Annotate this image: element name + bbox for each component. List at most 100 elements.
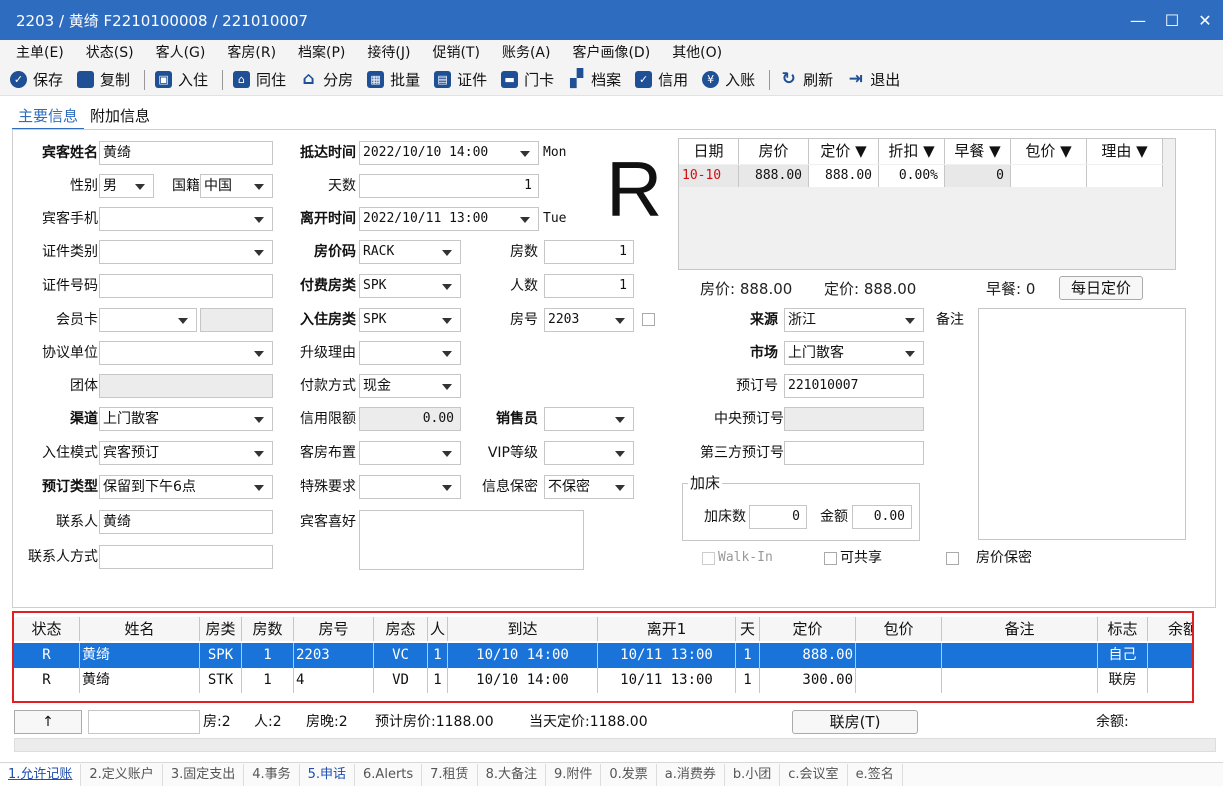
contact-input[interactable]: 黄绮 xyxy=(99,510,273,534)
credit-button[interactable]: ✓ 信用 xyxy=(635,69,688,90)
tab-affairs[interactable]: 4.事务 xyxy=(244,764,300,786)
rooms-input[interactable]: 1 xyxy=(544,240,634,264)
persons-input[interactable]: 1 xyxy=(544,274,634,298)
split-room-button[interactable]: ⌂ 分房 xyxy=(300,69,353,90)
tab-voucher[interactable]: a.消费券 xyxy=(657,764,725,786)
shareable-checkbox[interactable] xyxy=(824,552,837,565)
tab-meeting-room[interactable]: c.会议室 xyxy=(780,764,848,786)
horizontal-scrollbar[interactable] xyxy=(14,738,1216,752)
share-button[interactable]: ⌂ 同住 xyxy=(233,69,286,90)
source-select[interactable]: 浙江 xyxy=(784,308,924,332)
minimize-button[interactable]: — xyxy=(1120,0,1156,40)
tab-signature[interactable]: e.签名 xyxy=(848,764,903,786)
save-button[interactable]: ✓ 保存 xyxy=(10,69,63,90)
nationality-select[interactable]: 中国 xyxy=(200,174,273,198)
room-no-checkbox[interactable] xyxy=(642,313,655,326)
gender-select[interactable]: 男 xyxy=(99,174,154,198)
third-party-no-input[interactable] xyxy=(784,441,924,465)
rate-col-list[interactable]: 定价 ▼ xyxy=(809,139,879,164)
contact-way-input[interactable] xyxy=(99,545,273,569)
rate-secret-checkbox[interactable] xyxy=(946,552,959,565)
rate-col-rate[interactable]: 房价 xyxy=(739,139,809,164)
daily-rate-button[interactable]: 每日定价 xyxy=(1059,276,1143,300)
departure-datetime[interactable]: 2022/10/11 13:00 xyxy=(359,207,539,231)
special-request-select[interactable] xyxy=(359,475,461,499)
rate-cell-discount[interactable]: 0.00% xyxy=(879,165,945,187)
market-select[interactable]: 上门散客 xyxy=(784,341,924,365)
tab-rental[interactable]: 7.租赁 xyxy=(422,764,478,786)
copy-button[interactable]: 复制 xyxy=(77,69,130,90)
rate-cell-list[interactable]: 888.00 xyxy=(809,165,879,187)
agreement-select[interactable] xyxy=(99,341,273,365)
menu-reception[interactable]: 接待(J) xyxy=(367,42,410,62)
booking-no-input[interactable]: 221010007 xyxy=(784,374,924,398)
certificate-button[interactable]: ▤ 证件 xyxy=(434,69,487,90)
rate-col-breakfast[interactable]: 早餐 ▼ xyxy=(945,139,1011,164)
menu-room[interactable]: 客房(R) xyxy=(227,42,276,62)
tab-main-info[interactable]: 主要信息 xyxy=(12,104,85,130)
menu-profile[interactable]: 档案(P) xyxy=(298,42,345,62)
guest-name-input[interactable]: 黄绮 xyxy=(99,141,273,165)
reserve-type-select[interactable]: 保留到下午6点 xyxy=(99,475,273,499)
menu-status[interactable]: 状态(S) xyxy=(86,42,134,62)
menu-accounts[interactable]: 账务(A) xyxy=(502,42,551,62)
room-no-select[interactable]: 2203 xyxy=(544,308,634,332)
post-button[interactable]: ¥ 入账 xyxy=(702,69,755,90)
room-type-select[interactable]: SPK xyxy=(359,308,461,332)
rate-col-reason[interactable]: 理由 ▼ xyxy=(1087,139,1163,164)
checkin-button[interactable]: ▣ 入住 xyxy=(155,69,208,90)
tab-phone[interactable]: 5.申话 xyxy=(300,764,356,786)
extra-bed-amount-input[interactable]: 0.00 xyxy=(852,505,912,529)
cert-type-select[interactable] xyxy=(99,240,273,264)
close-button[interactable]: ✕ xyxy=(1187,0,1223,40)
status-input[interactable] xyxy=(88,710,200,734)
tab-define-account[interactable]: 2.定义账户 xyxy=(81,764,163,786)
walk-in-checkbox[interactable] xyxy=(702,552,715,565)
tab-small-group[interactable]: b.小团 xyxy=(725,764,781,786)
channel-select[interactable]: 上门散客 xyxy=(99,407,273,431)
tab-extra-info[interactable]: 附加信息 xyxy=(84,104,156,130)
payment-select[interactable]: 现金 xyxy=(359,374,461,398)
door-card-button[interactable]: ▬ 门卡 xyxy=(501,69,554,90)
extra-bed-count-input[interactable]: 0 xyxy=(749,505,807,529)
tab-fixed-expense[interactable]: 3.固定支出 xyxy=(163,764,245,786)
room-layout-select[interactable] xyxy=(359,441,461,465)
vip-select[interactable] xyxy=(544,441,634,465)
cert-no-input[interactable] xyxy=(99,274,273,298)
tab-allow-posting[interactable]: 1.允许记账 xyxy=(0,764,82,786)
menu-promotion[interactable]: 促销(T) xyxy=(432,42,479,62)
menu-main[interactable]: 主单(E) xyxy=(16,42,64,62)
checkin-mode-select[interactable]: 宾客预订 xyxy=(99,441,273,465)
rate-cell-reason[interactable] xyxy=(1087,165,1163,187)
profile-button[interactable]: ▞ 档案 xyxy=(568,69,621,90)
preference-textarea[interactable] xyxy=(359,510,584,570)
menu-customer-portrait[interactable]: 客户画像(D) xyxy=(572,42,650,62)
rate-cell-package[interactable] xyxy=(1011,165,1087,187)
upgrade-reason-select[interactable] xyxy=(359,341,461,365)
link-room-button[interactable]: 联房(T) xyxy=(792,710,918,734)
rate-col-package[interactable]: 包价 ▼ xyxy=(1011,139,1087,164)
days-input[interactable]: 1 xyxy=(359,174,539,198)
tab-alerts[interactable]: 6.Alerts xyxy=(355,764,423,786)
rate-col-date[interactable]: 日期 xyxy=(679,139,739,164)
arrival-datetime[interactable]: 2022/10/10 14:00 xyxy=(359,141,539,165)
sales-select[interactable] xyxy=(544,407,634,431)
maximize-button[interactable]: ☐ xyxy=(1154,0,1190,40)
rate-col-discount[interactable]: 折扣 ▼ xyxy=(879,139,945,164)
up-button[interactable]: ↑ xyxy=(14,710,82,734)
tab-invoice[interactable]: 0.发票 xyxy=(601,764,657,786)
privacy-select[interactable]: 不保密 xyxy=(544,475,634,499)
exit-button[interactable]: ⇥ 退出 xyxy=(847,69,901,90)
menu-other[interactable]: 其他(O) xyxy=(672,42,722,62)
tab-big-remark[interactable]: 8.大备注 xyxy=(478,764,546,786)
tab-attachment[interactable]: 9.附件 xyxy=(546,764,602,786)
menu-guest[interactable]: 客人(G) xyxy=(156,42,206,62)
mobile-select[interactable] xyxy=(99,207,273,231)
pay-room-type-select[interactable]: SPK xyxy=(359,274,461,298)
rate-code-select[interactable]: RACK xyxy=(359,240,461,264)
remark-textarea[interactable] xyxy=(978,308,1186,540)
refresh-button[interactable]: ↻ 刷新 xyxy=(780,69,834,90)
member-card-select[interactable] xyxy=(99,308,197,332)
batch-button[interactable]: ▦ 批量 xyxy=(367,69,420,90)
gender-label: 性别 xyxy=(70,178,98,194)
